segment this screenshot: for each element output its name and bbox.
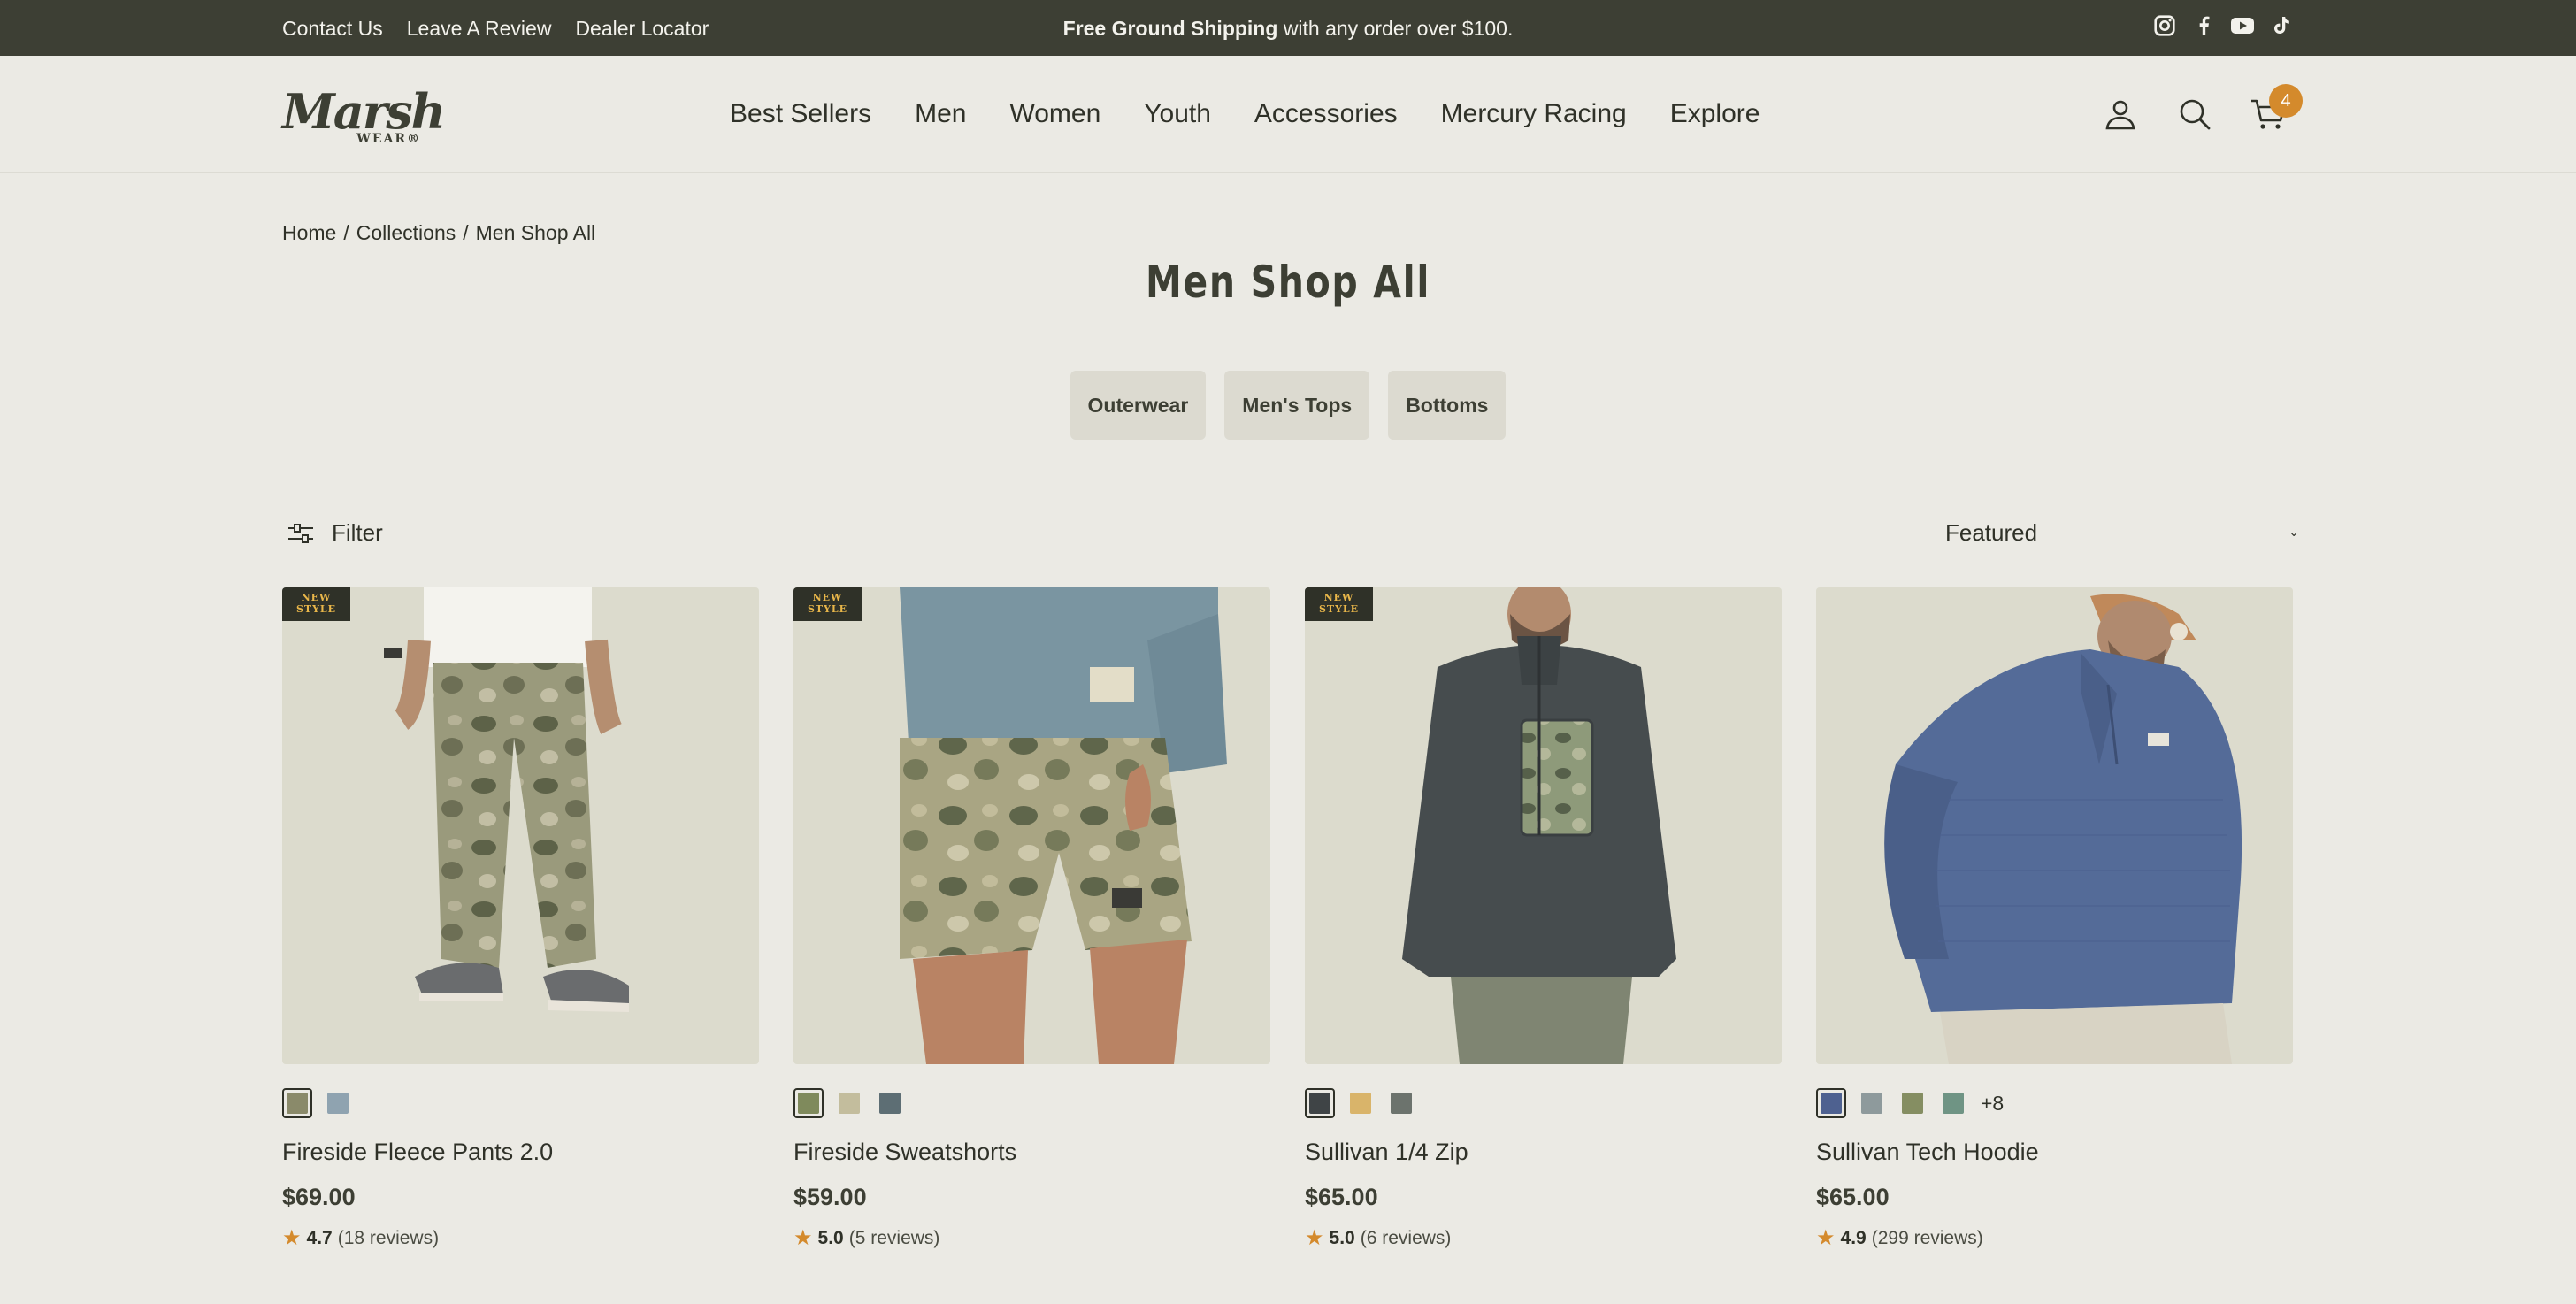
color-swatches: +8 [1816,1087,2293,1119]
rating-score: 5.0 [1329,1227,1355,1248]
cart-count-badge: 4 [2269,84,2303,118]
star-icon: ★ [794,1226,813,1250]
product-name[interactable]: Fireside Sweatshorts [794,1139,1270,1166]
swatch-blue-camo[interactable] [323,1088,353,1118]
swatch-charcoal[interactable] [1305,1088,1335,1118]
account-icon[interactable] [2101,95,2140,134]
breadcrumb-home[interactable]: Home [282,221,336,245]
review-count[interactable]: (299 reviews) [1872,1228,1983,1249]
instagram-icon[interactable] [2152,13,2177,38]
filter-button[interactable]: Filter [288,519,383,547]
sort-select[interactable]: Featured ⌄ [1945,519,2299,547]
product-card: NEW STYLE Fireside Sweatshorts $59.00 ★ 5… [794,587,1270,1251]
new-style-badge: NEW STYLE [282,587,350,621]
filter-label: Filter [332,519,383,546]
nav-accessories[interactable]: Accessories [1254,99,1398,129]
product-card: NEW STYLE Sullivan 1/4 Zip $65.00 ★ 5.0 (… [1305,587,1782,1251]
youtube-icon[interactable] [2230,13,2255,38]
promo-text: with any order over $100. [1283,17,1514,40]
header-actions: 4 [2101,84,2303,134]
swatch-gray[interactable] [1386,1088,1416,1118]
product-grid: NEW STYLE Fireside Fleece Pants 2.0 $69.0… [282,587,2293,1251]
logo-subtext: WEAR® [356,132,421,146]
swatch-camo[interactable] [282,1088,312,1118]
swatch-gold[interactable] [1346,1088,1376,1118]
announcement-bar: Contact Us Leave A Review Dealer Locator… [0,0,2576,56]
category-buttons: Outerwear Men's Tops Bottoms [0,371,2576,440]
rating-score: 5.0 [817,1227,844,1248]
tiktok-icon[interactable] [2269,13,2294,38]
nav-explore[interactable]: Explore [1670,99,1760,129]
review-count[interactable]: (18 reviews) [338,1228,439,1249]
product-card: NEW STYLE Fireside Fleece Pants 2.0 $69.0… [282,587,759,1251]
breadcrumb: Home / Collections / Men Shop All [282,221,595,245]
chevron-down-icon: ⌄ [2288,525,2299,539]
breadcrumb-collections[interactable]: Collections [356,221,456,245]
more-swatches-link[interactable]: +8 [1981,1092,2004,1116]
category-bottoms-button[interactable]: Bottoms [1388,371,1506,440]
star-icon: ★ [1816,1226,1836,1250]
swatch-sage[interactable] [1938,1088,1968,1118]
product-price: $65.00 [1305,1184,1378,1210]
product-name[interactable]: Sullivan 1/4 Zip [1305,1139,1782,1166]
nav-best-sellers[interactable]: Best Sellers [730,99,871,129]
category-outerwear-button[interactable]: Outerwear [1070,371,1207,440]
product-image-sullivan-quarter-zip[interactable]: NEW STYLE [1305,587,1782,1064]
main-nav: Best Sellers Men Women Youth Accessories… [730,99,1760,129]
product-price: $65.00 [1816,1184,1890,1210]
product-rating: ★ 5.0 (5 reviews) [794,1225,1270,1251]
logo-wordmark: Marsh [282,83,446,140]
product-price: $59.00 [794,1184,867,1210]
search-icon[interactable] [2175,95,2214,134]
review-count[interactable]: (6 reviews) [1361,1228,1452,1249]
swatch-slate[interactable] [875,1088,905,1118]
nav-mercury-racing[interactable]: Mercury Racing [1441,99,1627,129]
product-image-fleece-pants[interactable]: NEW STYLE [282,587,759,1064]
color-swatches [282,1087,759,1119]
promo-bold: Free Ground Shipping [1062,17,1278,40]
new-style-badge: NEW STYLE [794,587,862,621]
site-header: Marsh WEAR® Best Sellers Men Women Youth… [0,56,2576,173]
color-swatches [1305,1087,1782,1119]
product-name[interactable]: Sullivan Tech Hoodie [1816,1139,2293,1166]
product-rating: ★ 4.7 (18 reviews) [282,1225,759,1251]
filter-sliders-icon [288,523,313,543]
swatch-olive[interactable] [1898,1088,1928,1118]
new-style-badge: NEW STYLE [1305,587,1373,621]
facebook-icon[interactable] [2191,13,2216,38]
page-title: Men Shop All [1145,257,1431,308]
swatch-gray[interactable] [1857,1088,1887,1118]
nav-men[interactable]: Men [915,99,966,129]
sort-value: Featured [1945,519,2038,546]
social-links [2152,13,2294,38]
product-rating: ★ 4.9 (299 reviews) [1816,1225,2293,1251]
product-name[interactable]: Fireside Fleece Pants 2.0 [282,1139,759,1166]
star-icon: ★ [282,1226,302,1250]
breadcrumb-separator: / [463,221,469,244]
rating-score: 4.7 [306,1227,333,1248]
product-card: +8 Sullivan Tech Hoodie $65.00 ★ 4.9 (29… [1816,587,2293,1251]
rating-score: 4.9 [1840,1227,1867,1248]
star-icon: ★ [1305,1226,1324,1250]
product-image-sweatshorts[interactable]: NEW STYLE [794,587,1270,1064]
color-swatches [794,1087,1270,1119]
cart-icon[interactable]: 4 [2250,84,2303,134]
product-price: $69.00 [282,1184,356,1210]
review-count[interactable]: (5 reviews) [849,1228,940,1249]
product-image-sullivan-tech-hoodie[interactable] [1816,587,2293,1064]
breadcrumb-separator: / [343,221,349,244]
swatch-blue[interactable] [1816,1088,1846,1118]
category-mens-tops-button[interactable]: Men's Tops [1224,371,1370,440]
nav-youth[interactable]: Youth [1144,99,1211,129]
product-rating: ★ 5.0 (6 reviews) [1305,1225,1782,1251]
swatch-camo[interactable] [794,1088,824,1118]
breadcrumb-current: Men Shop All [475,221,596,244]
swatch-khaki[interactable] [834,1088,864,1118]
nav-women[interactable]: Women [1009,99,1100,129]
brand-logo[interactable]: Marsh WEAR® [282,83,446,146]
